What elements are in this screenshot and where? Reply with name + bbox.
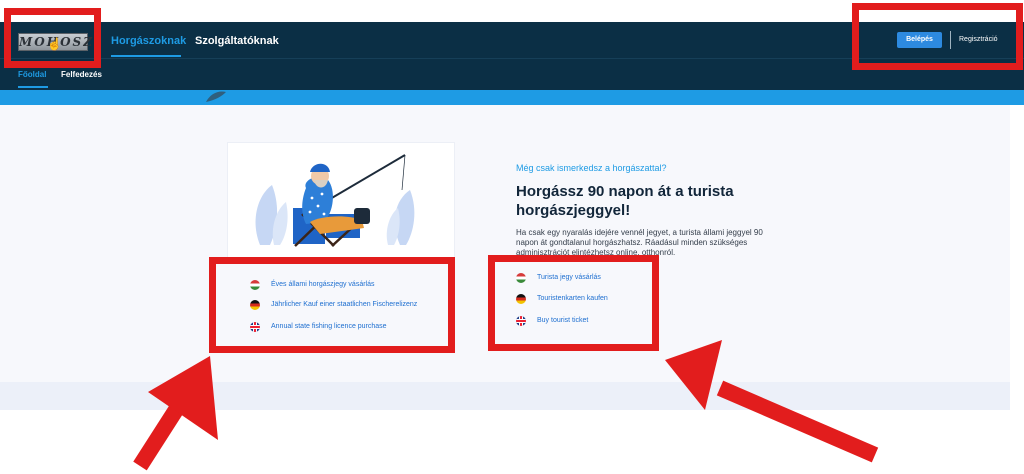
- footer-band: [0, 382, 1010, 410]
- hero-band: [0, 90, 1024, 105]
- annotation-box-tourist: [488, 255, 659, 351]
- intro-headline: Horgássz 90 napon át a turista horgászje…: [516, 183, 734, 219]
- nav-active-underline: [111, 55, 181, 57]
- nav-szolgaltatoknak[interactable]: Szolgáltatóknak: [195, 33, 279, 49]
- annotation-box-login: [852, 3, 1023, 70]
- fisherman-illustration: [255, 154, 415, 247]
- intro-eyebrow: Még csak ismerkedsz a horgászattal?: [516, 163, 667, 173]
- nav-horgaszoknak[interactable]: Horgászoknak: [111, 33, 186, 49]
- intro-description: Ha csak egy nyaralás idejére vennél jegy…: [516, 228, 763, 257]
- subnav-felfedezes[interactable]: Felfedezés: [61, 70, 102, 80]
- annotation-box-logo: [4, 8, 101, 68]
- fish-icon: [206, 91, 226, 102]
- subnav-active-underline: [18, 86, 48, 88]
- annotation-box-annual: [209, 257, 455, 353]
- subnav-foodal[interactable]: Főoldal: [18, 70, 46, 80]
- page: MOHOSZ ☝ Horgászoknak Szolgáltatóknak Be…: [0, 0, 1024, 474]
